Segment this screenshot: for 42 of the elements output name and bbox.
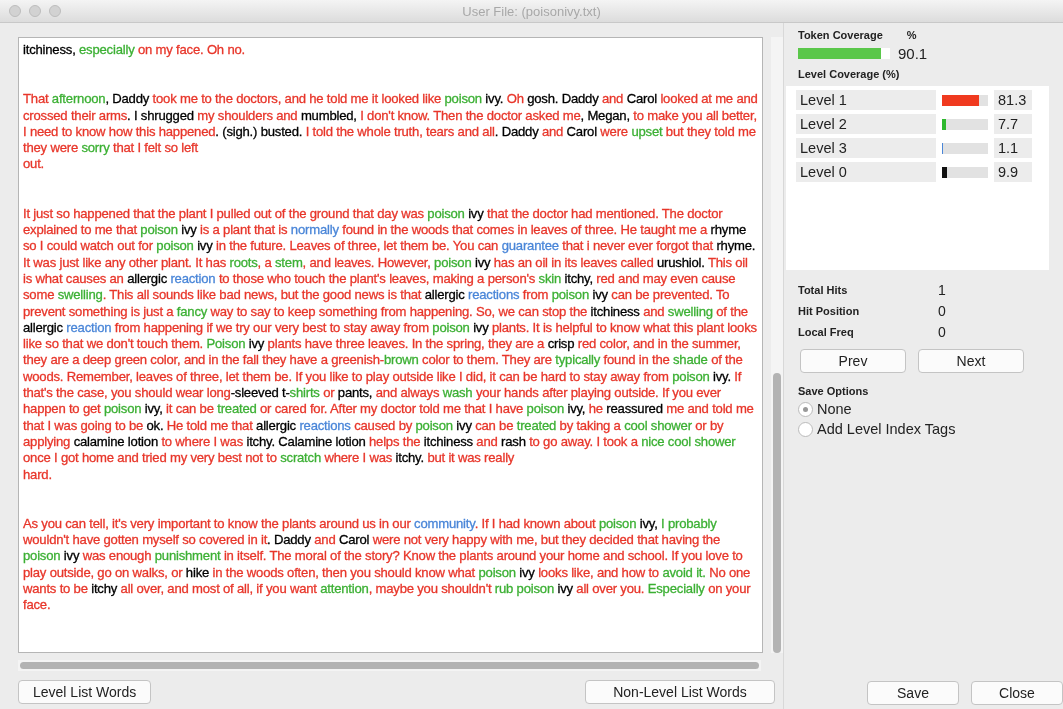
zoom-window-icon[interactable] [49,5,61,17]
radio-label: Add Level Index Tags [817,421,956,437]
nav-button[interactable]: Prev [800,349,906,373]
level-value: 7.7 [994,114,1032,134]
level-item[interactable]: Level 3 [796,138,936,158]
minimize-window-icon[interactable] [29,5,41,17]
vertical-scrollbar[interactable] [771,37,783,653]
percent-label: % [906,29,917,41]
document-text-area[interactable] [18,37,763,653]
paragraph: That afternoon, Daddy took me to the doctors, and he told me it looked like poison ivy. Oh gosh. Daddy and Carol looked at me and crossed their arms. I shrugged my shoulders and mumbled, I don't know. Then the doctor asked me, Megan, to make you all better, I need to know how this happened. (sigh.) busted. I told the whole truth, tears and all. Daddy and Carol were upset but they told me they were sorry that I felt so left out. [23,91,758,173]
save-options-label: Save Options [798,385,869,397]
radio-icon[interactable] [798,421,813,437]
level-value: 9.9 [994,162,1032,182]
level-value: 1.1 [994,138,1032,158]
level-item[interactable]: Level 2 [796,114,936,134]
dialog-button[interactable]: Save [867,681,959,705]
token-coverage-value: 90.1 [898,45,928,62]
level-item[interactable]: Level 0 [796,162,936,182]
stat-value: 0 [938,326,947,339]
stat-label: Local Freq [798,326,855,339]
word-list-button[interactable]: Non-Level List Words [585,680,775,704]
radio-label: None [817,401,852,417]
paragraph: It just so happened that the plant I pulled out of the ground that day was poison ivy that the doctor had mentioned. The doctor explained to me that poison ivy is a plant that is normally found in the woods that comes in leaves of three. He taught me a rhyme so I could watch out for poison ivy in the future. Leaves of three, let them be. You can guarantee that i never ever forgot that rhyme. It was just like any other plant. It has roots, a stem, and leaves. However, poison ivy has an oil in its leaves called urushiol. This oil is what causes an allergic reaction to those who touch the plant's leaves, making a person's skin itchy, red and may even cause some swelling. This all sounds like bad news, but the good news is that allergic reactions from poison ivy can be prevented. To prevent something is just a fancy way to say to keep something from happening. So, we can stop the itchiness and swelling of the allergic reaction from happening if we try our very best to stay away from poison ivy plants. It is helpful to know what this plant looks like so that we don't touch them. Poison ivy plants have three leaves. In the spring, they are a crisp red color, and in the summer, they are a deep green color, and in the fall they have a greenish-brown color to them. They are typically found in the shade of the woods. Remember, leaves of three, let them be. If you like to play outside like I did, it can be hard to stay away from poison ivy. If that's the case, you should wear long-sleeved t-shirts or pants, and always wash your hands after playing outside. If you ever happen to get poison ivy, it can be treated or cared for. After my doctor told me that I have poison ivy, he reassured me and told me that I was going to be ok. He told me that allergic reactions caused by poison ivy can be treated by taking a cool shower or by applying calamine lotion to where I was itchy. Calamine lotion helps the itchiness and rash to go away. I took a nice cool shower once I got home and tried my very best not to scratch where I was itchy. but it was really hard. [23,205,758,483]
level-coverage-label: Level Coverage (%) [798,68,900,80]
radio-option[interactable]: Add Level Index Tags [784,421,1063,437]
radio-option[interactable]: None [784,401,1063,417]
stat-value: 1 [938,284,947,297]
stat-label: Hit Position [798,305,861,318]
paragraph: itchiness, especially on my face. Oh no. [23,42,246,59]
window-title: User File: (poisonivy.txt) [462,3,601,19]
stat-value: 0 [938,305,947,318]
level-item[interactable]: Level 1 [796,90,936,110]
stat-label: Total Hits [798,284,849,297]
level-value: 81.3 [994,90,1032,110]
nav-button[interactable]: Next [918,349,1024,373]
word-list-button[interactable]: Level List Words [18,680,152,704]
horizontal-scrollbar[interactable] [18,660,761,671]
close-window-icon[interactable] [9,5,21,17]
token-coverage-label: Token Coverage [798,29,883,41]
dialog-button[interactable]: Close [971,681,1063,705]
radio-icon[interactable] [798,401,813,417]
paragraph: As you can tell, it's very important to know the plants around us in our community. If I had known about poison ivy, I probably wouldn't have gotten myself so covered in it. Daddy and Carol were not very happy with me, but they decided that having the poison ivy was enough punishment in itself. The moral of the story? Know the plants around your home and school. If you love to play outside, go on walks, or hike in the woods often, then you should know what poison ivy looks like, and how to avoid it. No one wants to be itchy all over, and most of all, if you want attention, maybe you shouldn't rub poison ivy all over you. Especially on your face. [23,515,752,614]
